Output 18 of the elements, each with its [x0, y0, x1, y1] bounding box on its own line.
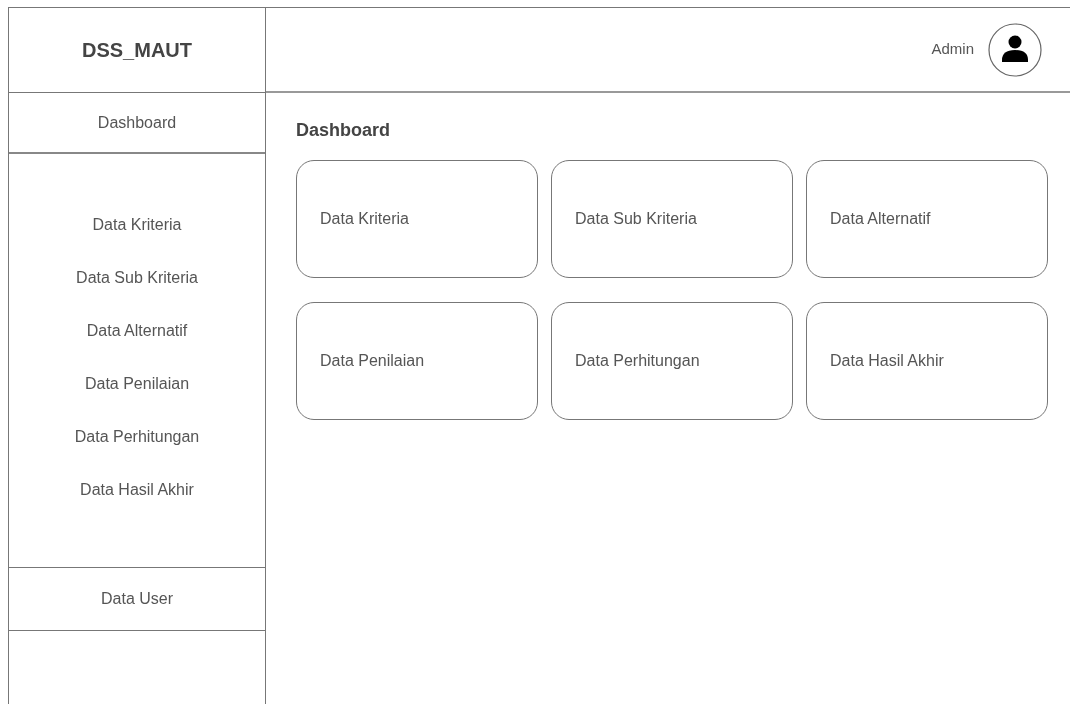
sidebar-item[interactable]: Data User: [101, 587, 173, 611]
menu-card[interactable]: Data Perhitungan: [551, 302, 793, 420]
menu-card[interactable]: Data Kriteria: [296, 160, 538, 278]
sidebar-item[interactable]: Data Perhitungan: [74, 426, 200, 448]
sidebar-item[interactable]: Dashboard: [97, 110, 177, 135]
sidebar-item[interactable]: Data Kriteria: [92, 214, 182, 236]
page-title: Dashboard: [296, 119, 392, 142]
menu-card[interactable]: Data Alternatif: [806, 160, 1048, 278]
menu-card[interactable]: Data Hasil Akhir: [806, 302, 1048, 420]
sidebar-item[interactable]: Data Sub Kriteria: [76, 267, 198, 289]
sidebar-item[interactable]: Data Penilaian: [84, 373, 190, 395]
user-avatar-icon[interactable]: [988, 22, 1042, 77]
menu-card[interactable]: Data Sub Kriteria: [551, 160, 793, 278]
menu-card[interactable]: Data Penilaian: [296, 302, 538, 420]
app-title: DSS_MAUT: [82, 38, 192, 63]
sidebar-item[interactable]: Data Alternatif: [86, 320, 188, 342]
user-name: Admin: [931, 39, 974, 60]
sidebar-item[interactable]: Data Hasil Akhir: [80, 479, 194, 501]
